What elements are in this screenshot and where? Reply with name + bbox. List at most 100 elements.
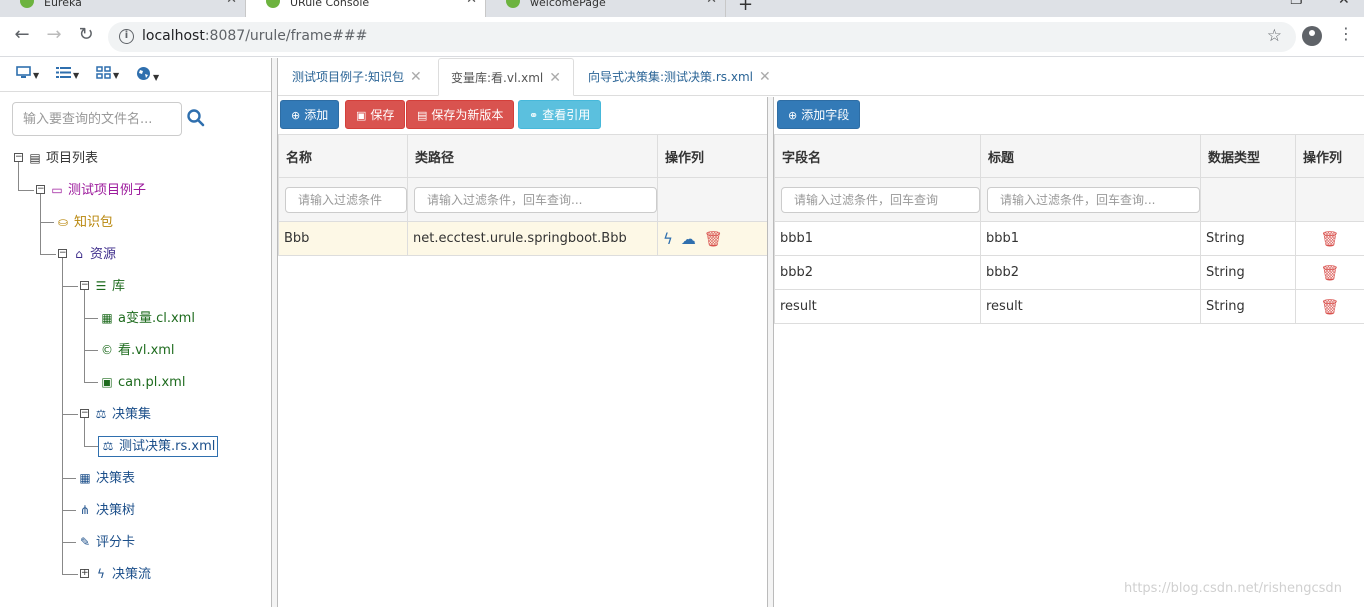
tree-file-variable-lib[interactable]: © 看.vl.xml <box>100 341 175 360</box>
cell-field-name[interactable]: bbb1 <box>774 221 981 256</box>
cell-data-type[interactable]: String <box>1200 255 1296 290</box>
spring-leaf-icon <box>266 0 280 8</box>
tree-file-decision-set[interactable]: ⚖ 测试决策.rs.xml <box>98 436 219 457</box>
table-row[interactable]: Bbb net.ecctest.urule.springboot.Bbb ϟ ☁ 🗑 <box>278 221 768 256</box>
collapse-toggle[interactable]: − <box>14 153 23 162</box>
cell-field-name[interactable]: result <box>774 289 981 324</box>
column-header-field-name[interactable]: 字段名 <box>774 134 981 178</box>
cell-title[interactable]: bbb2 <box>980 255 1201 290</box>
tree-decision-tree[interactable]: ⋔ 决策树 <box>78 501 135 520</box>
tab-variable-lib[interactable]: 变量库:看.vl.xml ✕ <box>438 58 574 96</box>
trash-icon[interactable]: 🗑 <box>1320 230 1339 248</box>
list-menu-button[interactable]: ▼ <box>56 66 79 83</box>
variable-field-pane: ⊕添加字段 字段名 标题 数据类型 操作列 bbb1 bbb1 String 🗑 <box>774 97 1364 607</box>
trash-icon[interactable]: 🗑 <box>704 230 723 248</box>
project-list-icon: ▤ <box>29 151 41 165</box>
browser-toolbar: ← → ↻ i localhost:8087/urule/frame### ☆ … <box>0 17 1364 57</box>
collapse-toggle[interactable]: − <box>80 409 89 418</box>
bookmark-star-icon[interactable]: ☆ <box>1267 26 1282 46</box>
cell-name[interactable]: Bbb <box>278 221 408 256</box>
cell-title[interactable]: bbb1 <box>980 221 1201 256</box>
tree-root-project-list[interactable]: ▤ 项目列表 <box>28 149 98 168</box>
expand-toggle[interactable]: + <box>80 569 89 578</box>
variable-category-pane: ⊕添加 ▣保存 ▤保存为新版本 ⚭查看引用 名称 类路径 操作列 Bbb net… <box>278 97 768 607</box>
add-category-button[interactable]: ⊕ 添加 <box>280 100 340 129</box>
cell-data-type[interactable]: String <box>1200 289 1296 324</box>
cell-field-name[interactable]: bbb2 <box>774 255 981 290</box>
table-row[interactable]: bbb1 bbb1 String 🗑 <box>774 221 1364 256</box>
close-icon[interactable]: ✕ <box>549 70 561 86</box>
filter-title-input[interactable] <box>987 186 1200 213</box>
tree-decision-flow[interactable]: ϟ 决策流 <box>94 565 151 584</box>
collapse-toggle[interactable]: − <box>80 281 89 290</box>
flow-icon: ϟ <box>97 567 105 581</box>
scale-icon: ⚖ <box>95 407 107 421</box>
cell-data-type[interactable]: String <box>1200 221 1296 256</box>
sidebar-splitter[interactable] <box>271 58 278 607</box>
new-tab-icon[interactable]: + <box>738 0 753 15</box>
filter-class-path-input[interactable] <box>414 186 657 213</box>
tree-decision-table[interactable]: ▦ 决策表 <box>78 469 135 488</box>
close-icon[interactable]: ✕ <box>706 0 717 6</box>
browser-menu-icon[interactable]: ⋮ <box>1338 24 1354 43</box>
tree-scorecard[interactable]: ✎ 评分卡 <box>78 533 135 552</box>
browser-tab-welcomepage[interactable]: welcomePage ✕ <box>486 0 726 17</box>
spring-leaf-icon <box>20 0 34 8</box>
forward-arrow-icon[interactable]: → <box>42 24 66 45</box>
folder-icon: ▭ <box>51 183 63 197</box>
tree-resources[interactable]: ⌂ 资源 <box>72 245 116 264</box>
scale-icon: ⚖ <box>102 439 114 453</box>
generate-fields-bolt-icon[interactable]: ϟ <box>663 230 673 248</box>
close-icon[interactable]: ✕ <box>759 69 771 85</box>
restore-window-icon[interactable]: ❐ <box>1290 0 1303 8</box>
constant-lib-icon: ▦ <box>101 311 113 325</box>
save-new-version-button[interactable]: ▤ 保存为新版本 <box>406 100 515 129</box>
globe-menu-button[interactable]: ▼ <box>136 66 159 85</box>
account-icon[interactable] <box>1302 26 1322 46</box>
add-field-button[interactable]: ⊕ 添加字段 <box>777 100 861 129</box>
cloud-upload-icon[interactable]: ☁ <box>681 230 696 248</box>
info-icon[interactable]: i <box>119 29 134 44</box>
search-icon[interactable] <box>186 108 206 128</box>
collapse-toggle[interactable]: − <box>36 185 45 194</box>
address-bar[interactable]: i localhost:8087/urule/frame### ☆ <box>108 22 1296 52</box>
reload-icon[interactable]: ↻ <box>74 24 98 45</box>
cell-class-path[interactable]: net.ecctest.urule.springboot.Bbb <box>407 221 658 256</box>
close-icon[interactable]: ✕ <box>410 69 422 85</box>
pane-splitter[interactable] <box>767 97 774 607</box>
table-row[interactable]: result result String 🗑 <box>774 289 1364 324</box>
close-icon[interactable]: ✕ <box>226 0 237 6</box>
cell-title[interactable]: result <box>980 289 1201 324</box>
table-row[interactable]: bbb2 bbb2 String 🗑 <box>774 255 1364 290</box>
tree-library[interactable]: ☰ 库 <box>94 277 125 296</box>
close-window-icon[interactable]: ✕ <box>1338 0 1350 8</box>
edit-icon: ✎ <box>79 535 91 549</box>
collapse-toggle[interactable]: − <box>58 249 67 258</box>
back-arrow-icon[interactable]: ← <box>10 24 34 45</box>
tree-project-node[interactable]: ▭ 测试项目例子 <box>50 181 146 200</box>
save-button[interactable]: ▣ 保存 <box>345 100 406 129</box>
grid-menu-button[interactable]: ▼ <box>96 66 119 83</box>
browser-tab-eureka[interactable]: Eureka ✕ <box>0 0 246 17</box>
tree-decision-set[interactable]: ⚖ 决策集 <box>94 405 151 424</box>
filter-field-name-input[interactable] <box>781 186 980 213</box>
tree-knowledge-package[interactable]: ⛀ 知识包 <box>56 213 113 232</box>
column-header-class-path[interactable]: 类路径 <box>407 134 658 178</box>
filter-name-input[interactable] <box>285 186 407 213</box>
browser-tab-urule-console[interactable]: URule Console ✕ <box>246 0 486 17</box>
trash-icon[interactable]: 🗑 <box>1320 264 1339 282</box>
plus-circle-icon: ⊕ <box>788 109 798 122</box>
file-search-input[interactable] <box>12 102 182 136</box>
sidebar-toolbar: ▼ ▼ ▼ ▼ <box>0 58 271 92</box>
tab-decision-set[interactable]: 向导式决策集:测试决策.rs.xml ✕ <box>576 58 783 96</box>
tree-file-constant-lib[interactable]: ▦ a变量.cl.xml <box>100 309 195 328</box>
tab-knowledge-package[interactable]: 测试项目例子:知识包 ✕ <box>280 58 434 96</box>
view-references-button[interactable]: ⚭ 查看引用 <box>518 100 602 129</box>
tree-file-parameter-lib[interactable]: ▣ can.pl.xml <box>100 373 185 392</box>
column-header-name[interactable]: 名称 <box>278 134 408 178</box>
trash-icon[interactable]: 🗑 <box>1320 298 1339 316</box>
close-icon[interactable]: ✕ <box>466 0 477 6</box>
monitor-menu-button[interactable]: ▼ <box>16 66 39 83</box>
column-header-data-type[interactable]: 数据类型 <box>1200 134 1296 178</box>
column-header-title[interactable]: 标题 <box>980 134 1201 178</box>
